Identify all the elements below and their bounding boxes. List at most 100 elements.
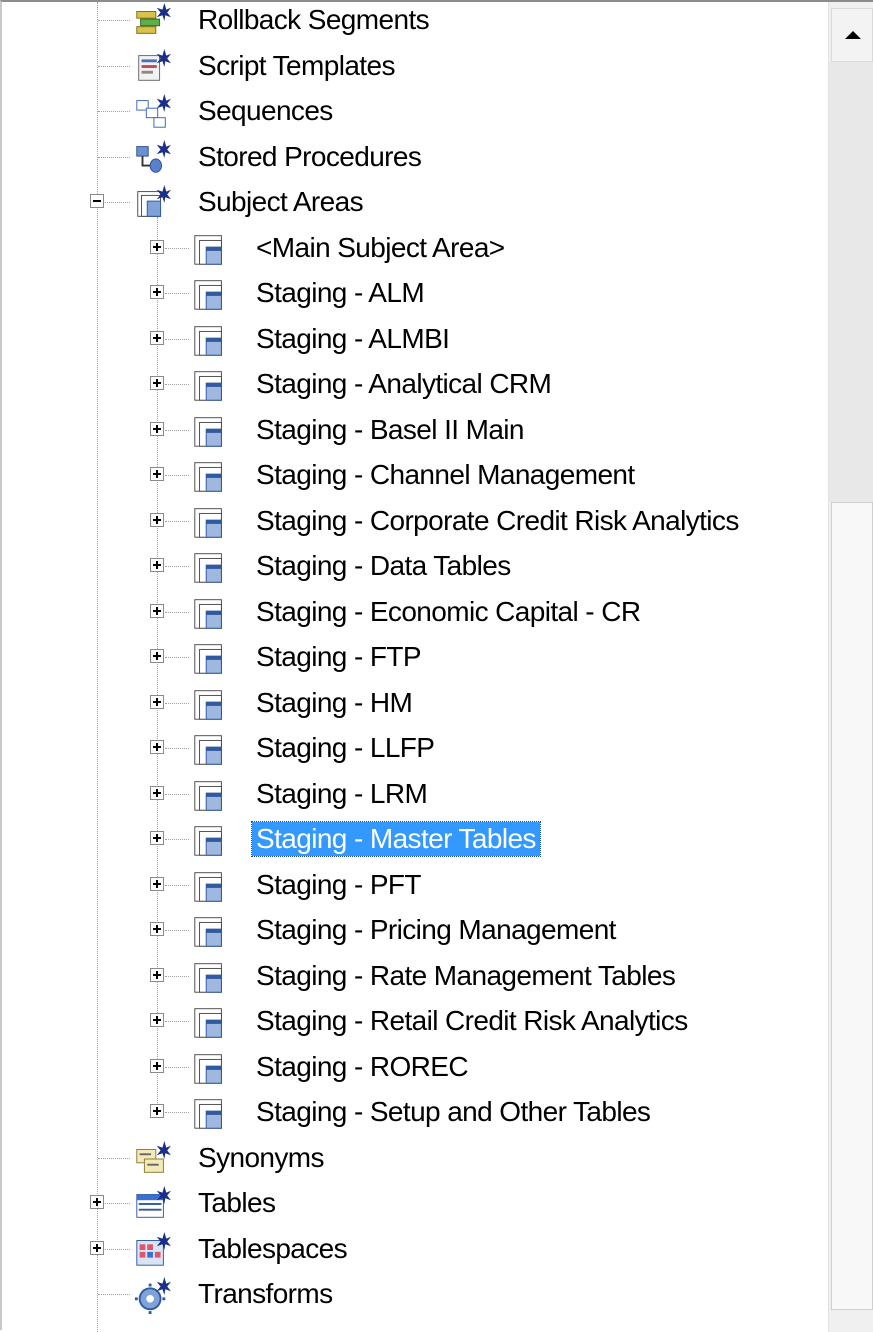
- expand-icon[interactable]: [150, 740, 164, 754]
- expand-icon[interactable]: [150, 376, 164, 390]
- expand-icon[interactable]: [150, 512, 164, 527]
- tree-item-label: Staging - Economic Capital - CR: [256, 595, 641, 627]
- subject-area-icon: [190, 867, 230, 905]
- expand-icon[interactable]: [150, 330, 164, 345]
- scroll-track[interactable]: [829, 62, 873, 502]
- tree-item-label: Script Templates: [198, 49, 395, 81]
- scroll-thumb[interactable]: [831, 502, 873, 1310]
- tree-item-label: Stored Procedures: [198, 140, 422, 172]
- tree-item-label: Staging - Setup and Other Tables: [256, 1096, 651, 1127]
- expand-icon[interactable]: [90, 1195, 104, 1209]
- tree-item[interactable]: Staging - Setup and Other Tables: [2, 1089, 828, 1135]
- expand-icon[interactable]: [150, 1104, 164, 1118]
- tree-item[interactable]: Staging - Pricing Management: [2, 907, 828, 953]
- expand-icon[interactable]: [150, 785, 164, 800]
- tree-item[interactable]: Sequences: [2, 88, 828, 134]
- tree-connector: [165, 520, 189, 522]
- tree-item[interactable]: Staging - LRM: [2, 771, 828, 817]
- tree-item-label: Tablespaces: [198, 1232, 348, 1264]
- subject-area-icon: [190, 366, 230, 404]
- tree-item-label: Staging - Channel Management: [256, 459, 635, 490]
- tree-connector: [165, 657, 189, 658]
- tree-item[interactable]: Staging - Analytical CRM: [2, 361, 828, 407]
- scroll-up-button[interactable]: [831, 8, 873, 62]
- subject-area-icon: [190, 730, 230, 768]
- expand-icon[interactable]: [150, 421, 164, 436]
- tree-connector: [165, 338, 189, 340]
- expand-icon[interactable]: [150, 1013, 164, 1027]
- tree-item-label: Synonyms: [198, 1141, 325, 1173]
- expand-icon[interactable]: [150, 239, 164, 254]
- subject-area-icon: [190, 685, 230, 723]
- stored-procedures-icon: [132, 139, 172, 177]
- tree-connector: [165, 793, 189, 795]
- tree-connector: [98, 156, 130, 158]
- tree-item[interactable]: Staging - ROREC: [2, 1044, 828, 1090]
- tree-connector: [165, 975, 189, 977]
- tree-item-label: Staging - Master Tables: [251, 821, 541, 857]
- tree-item-label: Staging - FTP: [256, 641, 422, 672]
- subject-area-icon: [190, 1049, 230, 1087]
- tree-item-label: Staging - Basel II Main: [256, 413, 525, 445]
- tree-item[interactable]: Staging - Economic Capital - CR: [2, 589, 828, 635]
- tree-connector: [105, 1203, 130, 1204]
- tree-item[interactable]: Staging - HM: [2, 680, 828, 726]
- tree-item[interactable]: Staging - Corporate Credit Risk Analytic…: [2, 498, 828, 544]
- tree-item-label: Rollback Segments: [198, 4, 430, 35]
- tree-item[interactable]: Staging - Channel Management: [2, 452, 828, 498]
- expand-icon[interactable]: [150, 649, 164, 663]
- tree-item[interactable]: Staging - ALM: [2, 270, 828, 316]
- tree-connector: [165, 293, 189, 294]
- tree-item[interactable]: Staging - FTP: [2, 634, 828, 680]
- tree-item[interactable]: Synonyms: [2, 1135, 828, 1181]
- expand-icon[interactable]: [150, 558, 164, 572]
- tree-item[interactable]: Staging - Data Tables: [2, 543, 828, 589]
- subject-area-icon: [190, 548, 230, 586]
- tree-item[interactable]: Tablespaces: [2, 1226, 828, 1272]
- expand-icon[interactable]: [150, 694, 164, 709]
- expand-icon[interactable]: [150, 922, 164, 936]
- collapse-icon[interactable]: [90, 194, 104, 208]
- expand-icon[interactable]: [150, 1058, 164, 1073]
- tree-item[interactable]: Script Templates: [2, 43, 828, 89]
- tree-item-subject-areas[interactable]: Subject Areas: [2, 179, 828, 225]
- tree-item[interactable]: Staging - Retail Credit Risk Analytics: [2, 998, 828, 1044]
- tree-item-label: Staging - Pricing Management: [256, 914, 616, 945]
- tree-item[interactable]: Transforms: [2, 1271, 828, 1317]
- expand-icon[interactable]: [150, 876, 164, 891]
- tree-item[interactable]: Tables: [2, 1180, 828, 1226]
- tree-item[interactable]: Staging - Master Tables: [2, 816, 828, 862]
- tree-item[interactable]: Staging - Rate Management Tables: [2, 953, 828, 999]
- expand-icon[interactable]: [90, 1240, 104, 1255]
- expand-icon[interactable]: [150, 831, 164, 845]
- tree-connector: [165, 429, 189, 431]
- expand-icon[interactable]: [150, 285, 164, 299]
- tree-item[interactable]: Staging - ALMBI: [2, 316, 828, 362]
- tree-connector: [165, 884, 189, 886]
- tree-item-label: Staging - ALMBI: [256, 322, 450, 354]
- expand-icon[interactable]: [150, 967, 164, 982]
- tree-item[interactable]: <Main Subject Area>: [2, 225, 828, 271]
- tree-item[interactable]: Staging - PFT: [2, 862, 828, 908]
- rollback-segments-icon: [132, 2, 172, 40]
- tree-item-label: Subject Areas: [198, 186, 364, 217]
- tree-item-label: Staging - ROREC: [256, 1050, 469, 1082]
- subject-area-icon: [190, 594, 230, 632]
- vertical-scrollbar[interactable]: [828, 2, 873, 1332]
- tree-connector: [165, 611, 189, 613]
- model-object-tree: Rollback Segments Script Templates Sequenc…: [2, 2, 828, 1332]
- transforms-icon: [132, 1276, 172, 1314]
- subject-area-icon: [190, 412, 230, 450]
- tree-item[interactable]: Staging - LLFP: [2, 725, 828, 771]
- tree-item[interactable]: Staging - Basel II Main: [2, 407, 828, 453]
- tree-item-label: Staging - PFT: [256, 868, 422, 900]
- tree-connector: [98, 1294, 130, 1295]
- tree-item[interactable]: Stored Procedures: [2, 134, 828, 180]
- tree-item[interactable]: Rollback Segments: [2, 2, 828, 43]
- tree-item-label: Transforms: [198, 1278, 333, 1309]
- subject-area-icon: [190, 503, 230, 541]
- tree-connector: [105, 1248, 130, 1250]
- expand-icon[interactable]: [150, 467, 164, 481]
- subject-area-icon: [190, 275, 230, 313]
- expand-icon[interactable]: [150, 603, 164, 618]
